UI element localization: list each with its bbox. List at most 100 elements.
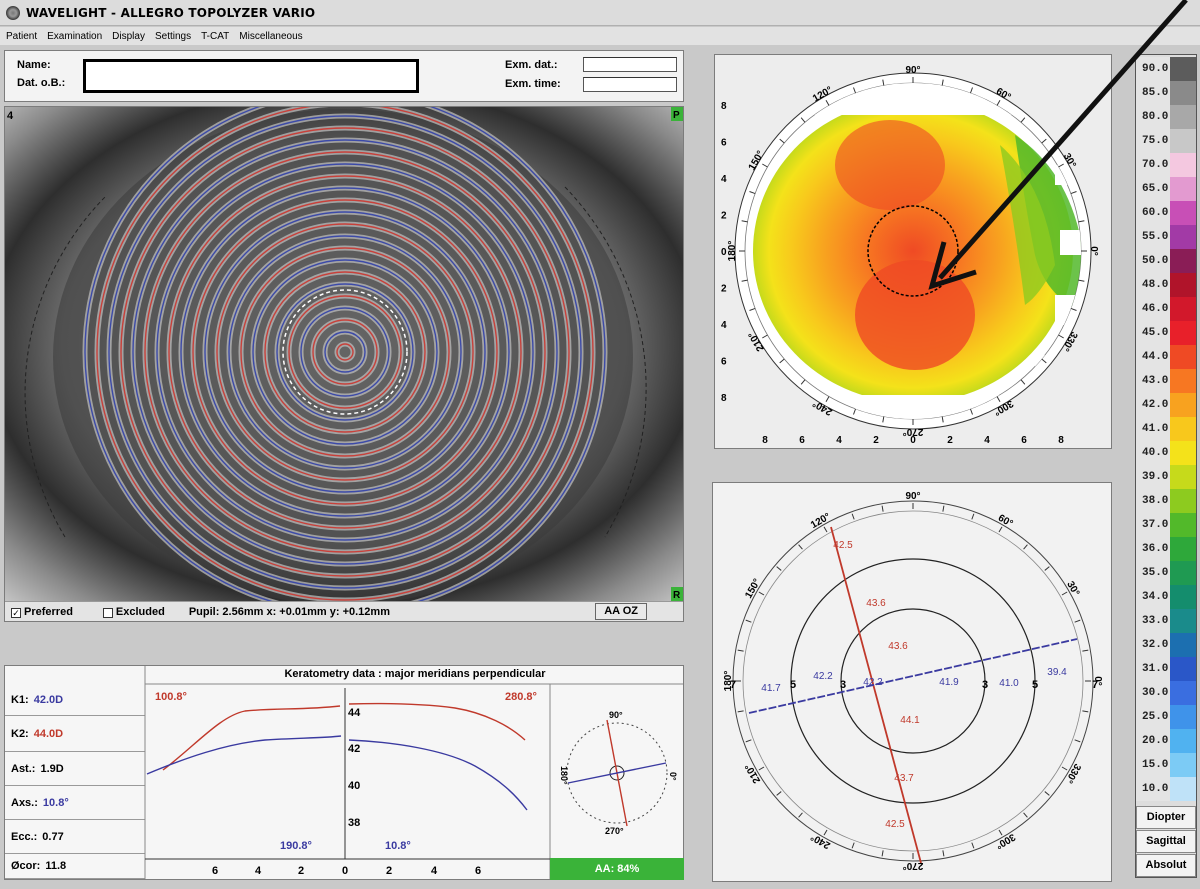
scale-swatch: 80.0 [1136, 105, 1196, 129]
scale-swatch: 90.0 [1136, 57, 1196, 81]
scale-swatch: 15.0 [1136, 753, 1196, 777]
app-title: WAVELIGHT - ALLEGRO TOPOLYZER VARIO [26, 5, 316, 20]
angle-label: 120° [809, 511, 832, 531]
map-y-tick: 6 [721, 138, 727, 149]
scale-swatch: 10.0 [1136, 777, 1196, 801]
aa-oz-button[interactable]: AA OZ [595, 603, 647, 620]
angle-top-left: 100.8° [155, 691, 187, 703]
scale-swatch: 34.0 [1136, 585, 1196, 609]
image-status-strip: ✓ Preferred Excluded Pupil: 2.56mm x: +0… [5, 601, 683, 621]
scale-swatch: 75.0 [1136, 129, 1196, 153]
angle-label: 0° [1088, 246, 1099, 256]
menu-display[interactable]: Display [112, 31, 145, 42]
polar-blue-value: 42.2 [813, 671, 833, 682]
menu-patient[interactable]: Patient [6, 31, 37, 42]
image-corner-label: 4 [7, 110, 14, 122]
placido-ring-image: 4 P R [5, 107, 683, 615]
polar-red-value: 42.5 [833, 540, 853, 551]
angle-bottom-right: 10.8° [385, 840, 411, 852]
y-tick-38: 38 [348, 817, 360, 829]
x-tick-left-6: 6 [212, 865, 218, 877]
menu-bar: Patient Examination Display Settings T-C… [0, 27, 1200, 45]
scale-swatch: 39.0 [1136, 465, 1196, 489]
polar-red-value: 43.6 [866, 598, 886, 609]
scale-swatch: 46.0 [1136, 297, 1196, 321]
angle-label: 330° [1063, 762, 1083, 785]
angle-label: 210° [743, 762, 763, 785]
polar-keratometry-panel: 90° 60° 30° 0° 330° 300° 270° 240° 210° 180° 150° 1… [712, 482, 1112, 882]
polar-ring-label-right: 5 [1032, 679, 1038, 691]
x-tick-left-2: 2 [298, 865, 304, 877]
scale-swatch: 41.0 [1136, 417, 1196, 441]
menu-tcat[interactable]: T-CAT [201, 31, 229, 42]
scale-swatch: 40.0 [1136, 441, 1196, 465]
map-x-tick: 2 [873, 435, 879, 446]
map-y-tick: 0 [721, 247, 727, 258]
dob-label: Dat. o.B.: [17, 77, 66, 89]
scale-swatch: 60.0 [1136, 201, 1196, 225]
menu-settings[interactable]: Settings [155, 31, 191, 42]
polar-blue-value: 41.9 [939, 677, 959, 688]
topography-map-panel: 90° 60° 30° 0° 330° 300° 270° 240° 210° 180° 150° 1… [714, 54, 1112, 449]
exm-date-field[interactable] [583, 57, 677, 72]
scale-swatch: 85.0 [1136, 81, 1196, 105]
menu-miscellaneous[interactable]: Miscellaneous [239, 31, 302, 42]
patient-info-panel: Name: Dat. o.B.: Exm. dat.: Exm. time: [4, 50, 684, 102]
polar-red-value: 44.1 [900, 715, 920, 726]
preferred-checkbox[interactable]: ✓ [11, 607, 21, 618]
scale-swatch: 70.0 [1136, 153, 1196, 177]
sagittal-button[interactable]: Sagittal [1136, 830, 1196, 853]
angle-top-right: 280.8° [505, 691, 537, 703]
map-y-tick: 8 [721, 393, 727, 404]
diopter-button[interactable]: Diopter [1136, 806, 1196, 829]
scale-swatch: 30.0 [1136, 681, 1196, 705]
map-x-tick: 8 [762, 435, 768, 446]
map-x-tick: 0 [910, 435, 916, 446]
scale-swatch: 43.0 [1136, 369, 1196, 393]
angle-label: 180° [727, 241, 738, 262]
scale-swatch: 35.0 [1136, 561, 1196, 585]
polar-keratometry-diagram: 90°60°30°0°330°300°270°240°210°180°150°1… [723, 491, 1103, 871]
name-label: Name: [17, 59, 51, 71]
scale-swatch: 20.0 [1136, 729, 1196, 753]
polar-ring-label-left: 3 [840, 679, 846, 691]
x-tick-left-4: 4 [255, 865, 262, 877]
exm-time-label: Exm. time: [505, 78, 561, 90]
scale-swatch: 37.0 [1136, 513, 1196, 537]
map-x-tick: 2 [947, 435, 953, 446]
polar-blue-value: 39.4 [1047, 667, 1067, 678]
angle-label: 90° [905, 65, 920, 76]
angle-label: 240° [809, 831, 832, 851]
title-bar: WAVELIGHT - ALLEGRO TOPOLYZER VARIO [0, 0, 1200, 26]
patient-name-field[interactable] [83, 59, 419, 93]
polar-ring-label-right: 7 [1092, 679, 1098, 691]
map-y-tick: 6 [721, 357, 727, 368]
angle-bottom-left: 190.8° [280, 840, 312, 852]
placido-image-panel: 4 P R ✓ Preferred Excluded Pupil: 2.56mm… [4, 106, 684, 622]
pupil-info: Pupil: 2.56mm x: +0.01mm y: +0.12mm [188, 605, 390, 618]
angle-label: 30° [1064, 579, 1081, 598]
angle-label: 90° [905, 491, 920, 502]
scale-swatch: 32.0 [1136, 633, 1196, 657]
mini-label-180: 180° [559, 766, 569, 785]
absolut-button[interactable]: Absolut [1136, 854, 1196, 877]
mini-label-0: 0° [668, 772, 678, 781]
exm-time-field[interactable] [583, 77, 677, 92]
keratometry-profile-chart: 100.8° 280.8° 190.8° 10.8° 44 42 40 38 6… [144, 666, 683, 879]
angle-label: 270° [903, 860, 924, 871]
mini-label-270: 270° [605, 826, 624, 836]
polar-blue-value: 41.7 [761, 683, 781, 694]
map-x-tick: 8 [1058, 435, 1064, 446]
polar-blue-value: 41.0 [999, 678, 1019, 689]
x-tick-right-6: 6 [475, 865, 481, 877]
menu-examination[interactable]: Examination [47, 31, 102, 42]
map-y-tick: 8 [721, 101, 727, 112]
excluded-checkbox[interactable] [102, 607, 113, 618]
scale-swatch: 42.0 [1136, 393, 1196, 417]
mini-label-90: 90° [609, 710, 623, 720]
angle-label: 60° [996, 513, 1015, 530]
polar-red-value: 42.5 [885, 819, 905, 830]
map-y-tick: 2 [721, 284, 727, 295]
polar-ring-label-right: 3 [982, 679, 988, 691]
preferred-label: Preferred [24, 605, 73, 618]
